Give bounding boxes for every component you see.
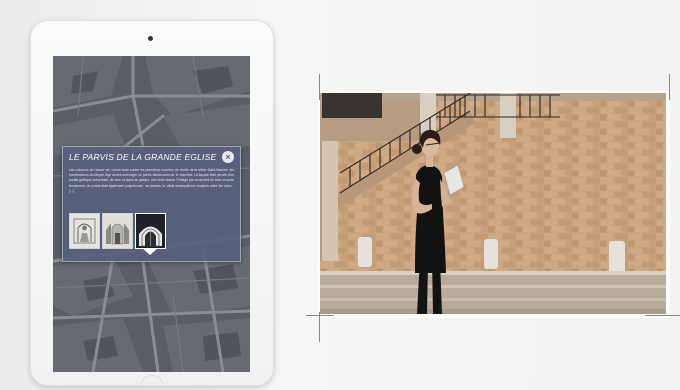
- thumbnail-3-selected[interactable]: [135, 213, 166, 249]
- crop-mark-bottom-left-v: [319, 312, 320, 342]
- popup-description: Les colonnes de l'avant nef, vérant butt…: [69, 168, 234, 193]
- ipad-screen[interactable]: LE PARVIS DE LA GRANDE EGLISE × Les colo…: [53, 56, 250, 372]
- crop-mark-bottom-left-h: [306, 315, 334, 316]
- home-button[interactable]: [141, 375, 163, 386]
- scene: LE PARVIS DE LA GRANDE EGLISE × Les colo…: [0, 0, 680, 390]
- engraving-figure-icon: [70, 214, 99, 248]
- thumbnail-1[interactable]: [69, 213, 100, 249]
- close-icon[interactable]: ×: [222, 151, 234, 163]
- popup-title: LE PARVIS DE LA GRANDE EGLISE: [69, 152, 217, 162]
- crop-mark-top-right-v: [669, 74, 670, 100]
- portal-arch-icon: [136, 214, 165, 248]
- info-popup: LE PARVIS DE LA GRANDE EGLISE × Les colo…: [62, 146, 241, 262]
- stone-wall-scene: [320, 93, 666, 314]
- thumbnail-2[interactable]: [102, 213, 133, 249]
- selected-pointer-icon: [142, 248, 158, 255]
- photo-woman-with-tablet: [320, 93, 666, 314]
- crop-mark-top-left-v: [319, 74, 320, 100]
- crop-mark-bottom-right-h: [645, 315, 680, 316]
- camera-dot: [148, 36, 153, 41]
- ipad-device: LE PARVIS DE LA GRANDE EGLISE × Les colo…: [30, 20, 274, 386]
- photo-frame: [318, 91, 670, 318]
- engraving-facade-icon: [103, 214, 132, 248]
